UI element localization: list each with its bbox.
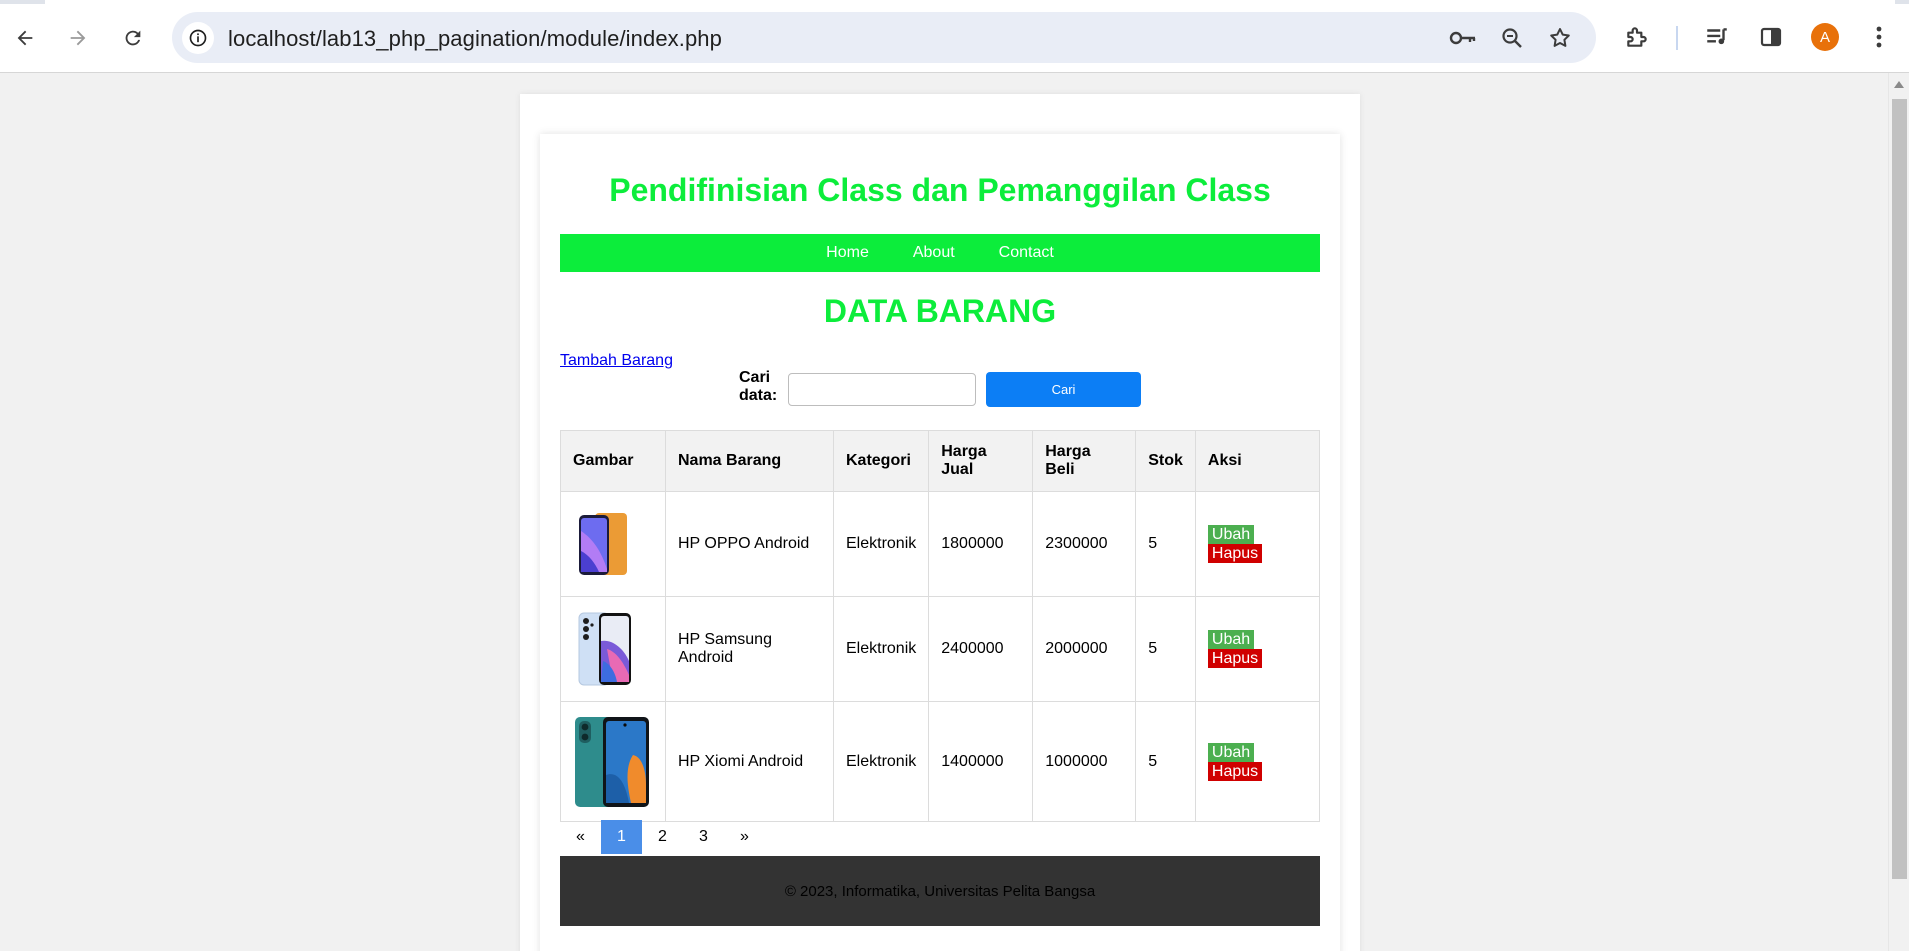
back-icon[interactable] bbox=[7, 20, 43, 56]
product-category: Elektronik bbox=[832, 596, 930, 702]
header-harga-jual: Harga Jual bbox=[928, 430, 1034, 492]
items-table: Gambar Nama Barang Kategori Harga Jual H… bbox=[560, 430, 1321, 822]
product-buy-price: 2000000 bbox=[1032, 596, 1137, 702]
header-stok: Stok bbox=[1135, 430, 1196, 492]
page-wrapper: Pendifinisian Class dan Pemanggilan Clas… bbox=[520, 94, 1360, 951]
actions-cell: Ubah Hapus bbox=[1194, 491, 1321, 597]
pagination-page-1[interactable]: 1 bbox=[601, 820, 642, 854]
pagination: « 1 2 3 » bbox=[560, 820, 765, 854]
search-label: Cari data: bbox=[739, 369, 778, 404]
header-aksi: Aksi bbox=[1194, 430, 1321, 492]
search-button[interactable]: Cari bbox=[986, 372, 1141, 407]
toolbar-divider bbox=[1676, 26, 1678, 50]
pagination-next[interactable]: » bbox=[724, 820, 765, 854]
edit-button[interactable]: Ubah bbox=[1207, 525, 1255, 544]
search-input[interactable] bbox=[788, 373, 976, 406]
header-kategori: Kategori bbox=[832, 430, 930, 492]
nav-about-link[interactable]: About bbox=[913, 244, 955, 262]
scrollbar-thumb[interactable] bbox=[1892, 99, 1907, 879]
add-item-link[interactable]: Tambah Barang bbox=[560, 352, 673, 370]
browser-toolbar: localhost/lab13_php_pagination/module/in… bbox=[0, 0, 1909, 73]
footer-text: © 2023, Informatika, Universitas Pelita … bbox=[784, 882, 1096, 900]
header-harga-beli: Harga Beli bbox=[1032, 430, 1137, 492]
tab-strip-edge bbox=[0, 0, 1909, 4]
actions-cell: Ubah Hapus bbox=[1194, 701, 1321, 822]
product-image bbox=[575, 716, 649, 807]
bookmark-star-icon[interactable] bbox=[1546, 24, 1574, 52]
actions-cell: Ubah Hapus bbox=[1194, 596, 1321, 702]
product-image-cell bbox=[560, 701, 666, 822]
side-panel-icon[interactable] bbox=[1754, 20, 1788, 54]
content-container: Pendifinisian Class dan Pemanggilan Clas… bbox=[540, 134, 1340, 951]
site-info-icon[interactable] bbox=[182, 22, 214, 54]
password-key-icon[interactable] bbox=[1449, 24, 1477, 52]
nav-home-link[interactable]: Home bbox=[826, 244, 869, 262]
page-viewport: Pendifinisian Class dan Pemanggilan Clas… bbox=[0, 73, 1888, 951]
zoom-out-icon[interactable] bbox=[1498, 24, 1526, 52]
page-footer: © 2023, Informatika, Universitas Pelita … bbox=[560, 856, 1320, 926]
product-sell-price: 2400000 bbox=[928, 596, 1034, 702]
vertical-scrollbar[interactable] bbox=[1888, 73, 1909, 951]
extensions-icon[interactable] bbox=[1620, 20, 1654, 54]
profile-avatar[interactable]: A bbox=[1811, 23, 1839, 51]
url-text[interactable]: localhost/lab13_php_pagination/module/in… bbox=[228, 26, 722, 52]
pagination-page-3[interactable]: 3 bbox=[683, 820, 724, 854]
header-nama-barang: Nama Barang bbox=[665, 430, 834, 492]
delete-button[interactable]: Hapus bbox=[1207, 544, 1263, 563]
delete-button[interactable]: Hapus bbox=[1207, 649, 1263, 668]
product-category: Elektronik bbox=[832, 491, 930, 597]
product-buy-price: 2300000 bbox=[1032, 491, 1137, 597]
product-name: HP Samsung Android bbox=[665, 596, 834, 702]
more-menu-icon[interactable] bbox=[1862, 20, 1896, 54]
product-image bbox=[578, 612, 631, 686]
delete-button[interactable]: Hapus bbox=[1207, 761, 1263, 781]
edit-button[interactable]: Ubah bbox=[1207, 742, 1255, 762]
product-name: HP Xiomi Android bbox=[665, 701, 834, 822]
product-image bbox=[579, 513, 627, 575]
product-sell-price: 1400000 bbox=[928, 701, 1034, 822]
product-stock: 5 bbox=[1135, 491, 1196, 597]
edit-button[interactable]: Ubah bbox=[1207, 630, 1255, 649]
media-queue-icon[interactable] bbox=[1700, 20, 1734, 54]
section-title: DATA BARANG bbox=[823, 293, 1057, 329]
table-row: HP OPPO Android Elektronik 1800000 23000… bbox=[560, 491, 1321, 597]
table-row: HP Xiomi Android Elektronik 1400000 1000… bbox=[560, 701, 1321, 822]
reload-icon[interactable] bbox=[115, 20, 151, 56]
scroll-up-arrow-icon[interactable] bbox=[1894, 81, 1904, 88]
nav-contact-link[interactable]: Contact bbox=[999, 244, 1054, 262]
product-image-cell bbox=[560, 596, 666, 702]
header-gambar: Gambar bbox=[560, 430, 666, 492]
site-title: Pendifinisian Class dan Pemanggilan Clas… bbox=[609, 172, 1271, 208]
address-bar[interactable]: localhost/lab13_php_pagination/module/in… bbox=[172, 12, 1596, 63]
product-image-cell bbox=[560, 491, 666, 597]
forward-icon[interactable] bbox=[60, 20, 96, 56]
pagination-prev[interactable]: « bbox=[560, 820, 601, 854]
product-name: HP OPPO Android bbox=[665, 491, 834, 597]
product-sell-price: 1800000 bbox=[928, 491, 1034, 597]
product-category: Elektronik bbox=[832, 701, 930, 822]
product-stock: 5 bbox=[1135, 596, 1196, 702]
product-stock: 5 bbox=[1135, 701, 1196, 822]
top-navigation: Home About Contact bbox=[560, 234, 1320, 272]
table-header-row: Gambar Nama Barang Kategori Harga Jual H… bbox=[560, 430, 1321, 492]
product-buy-price: 1000000 bbox=[1032, 701, 1137, 822]
pagination-page-2[interactable]: 2 bbox=[642, 820, 683, 854]
table-row: HP Samsung Android Elektronik 2400000 20… bbox=[560, 596, 1321, 702]
